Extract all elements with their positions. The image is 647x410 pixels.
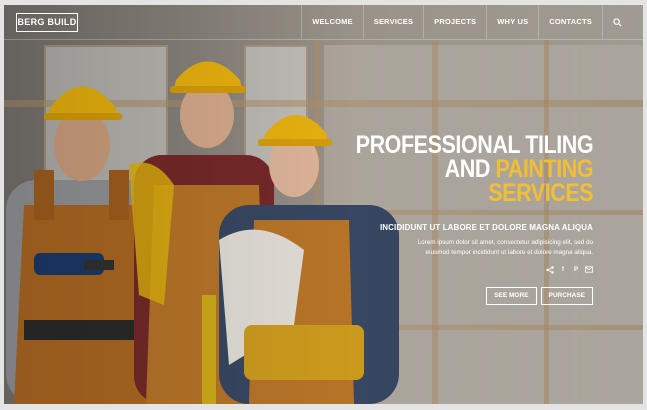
- header-divider: [4, 39, 643, 40]
- hero-subtitle: INCIDIDUNT UT LABORE ET DOLORE MAGNA ALI…: [379, 223, 593, 232]
- nav-item-welcome[interactable]: WELCOME: [301, 5, 363, 39]
- hero-description-line-1: Lorem ipsum dolor sit amet, consectetur …: [417, 239, 593, 246]
- nav-item-services[interactable]: SERVICES: [362, 5, 423, 39]
- hero-title-line-3: SERVICES: [488, 179, 593, 207]
- hero-buttons: SEE MORE PURCHASE: [486, 287, 593, 305]
- hero-description-line-2: eiusmod tempor incididunt ut labore et d…: [425, 249, 593, 256]
- logo[interactable]: BERG BUILD: [16, 13, 78, 32]
- purchase-button[interactable]: PURCHASE: [540, 287, 593, 305]
- nav-item-contacts[interactable]: CONTACTS: [538, 5, 602, 39]
- email-icon[interactable]: [585, 266, 593, 274]
- hero-description: Lorem ipsum dolor sit amet, consectetur …: [353, 238, 593, 258]
- share-icon[interactable]: [546, 266, 554, 274]
- hero-title-line-2: AND PAINTING: [355, 157, 593, 182]
- see-more-button[interactable]: SEE MORE: [486, 287, 537, 305]
- hero-section: BERG BUILD WELCOME SERVICES PROJECTS WHY…: [4, 5, 643, 404]
- facebook-icon[interactable]: f: [559, 266, 567, 274]
- social-links: f P: [546, 266, 593, 274]
- hero-title-line-1: PROFESSIONAL TILING: [355, 131, 593, 159]
- nav-item-projects[interactable]: PROJECTS: [423, 5, 486, 39]
- main-nav: WELCOME SERVICES PROJECTS WHY US CONTACT…: [301, 5, 631, 39]
- pinterest-icon[interactable]: P: [572, 266, 580, 274]
- search-icon[interactable]: [602, 5, 631, 39]
- hero-title: PROFESSIONAL TILING AND PAINTING SERVICE…: [355, 131, 593, 207]
- nav-item-why-us[interactable]: WHY US: [486, 5, 538, 39]
